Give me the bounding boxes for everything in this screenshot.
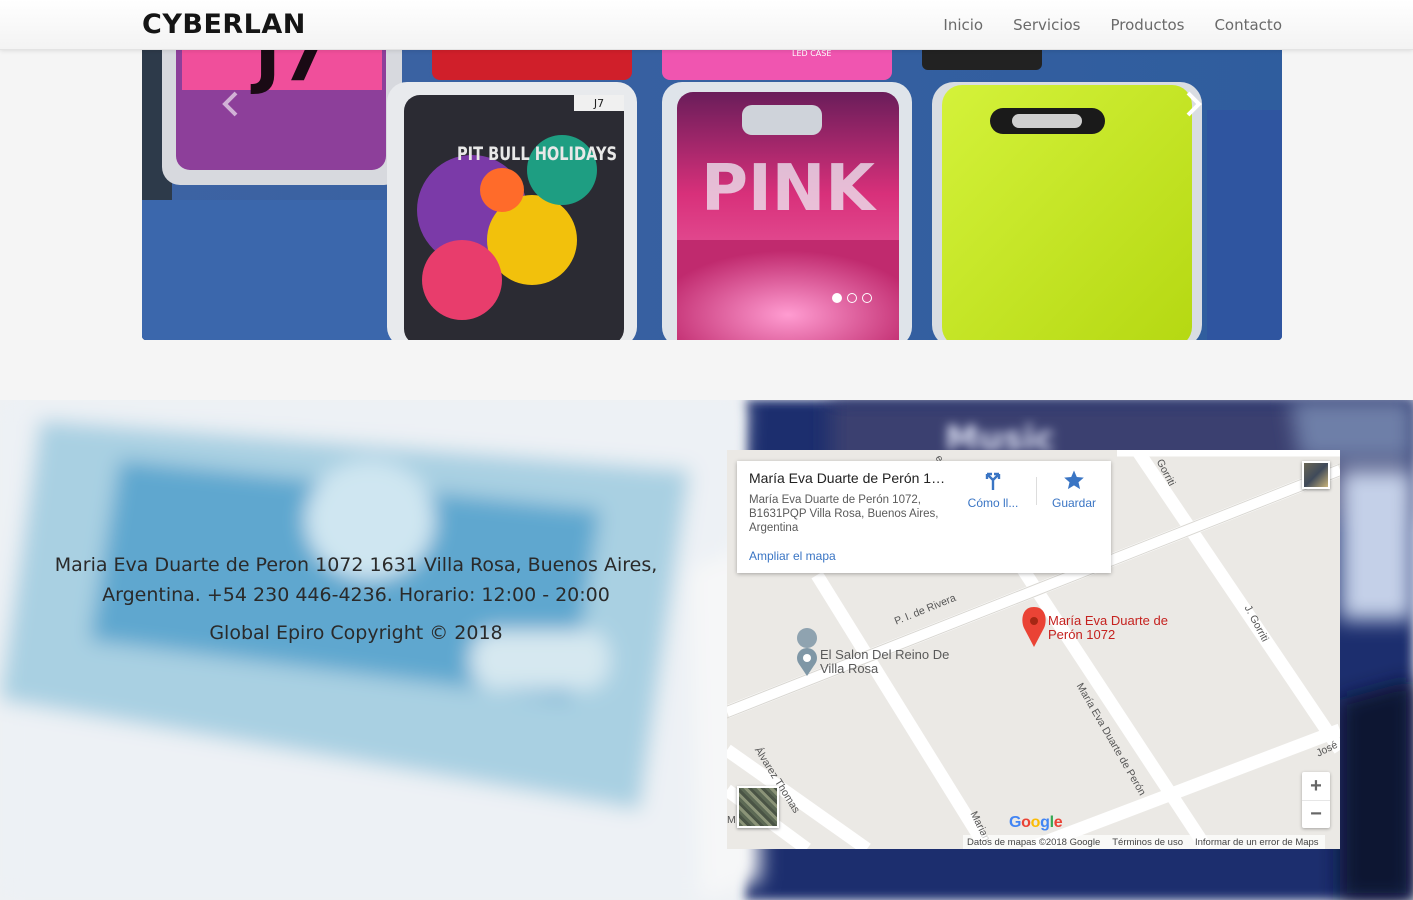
location-pin-marker[interactable] [1022,607,1046,647]
pin-label[interactable]: María Eva Duarte de Perón 1072 [1048,614,1168,642]
google-logo: Google [1009,814,1063,831]
carousel-indicator-1[interactable] [832,293,842,303]
directions-label: Cómo ll... [967,496,1019,510]
place-address: María Eva Duarte de Perón 1072, B1631PQP… [749,494,939,534]
footer-copyright: Global Epiro Copyright © 2018 [209,622,503,644]
zoom-out-button[interactable]: − [1302,800,1330,828]
directions-button[interactable]: Cómo ll... [958,469,1028,510]
nav-menu: Inicio Servicios Productos Contacto [943,16,1282,34]
poi-marker[interactable] [797,628,818,676]
street-label-m: M [727,814,736,826]
image-carousel: J7 LED CASE PIT BULL HOLIDAYS J7 PINK [142,50,1282,340]
embedded-map[interactable]: P. I. de Rivera Gorriti J. Gorriti María… [727,450,1340,849]
directions-icon [985,472,1001,490]
case-print-holidays: PIT BULL HOLIDAYS [457,143,617,165]
card-divider [1036,477,1037,505]
chevron-left-icon [222,91,238,117]
star-icon [1064,470,1084,490]
zoom-controls: + − [1302,772,1330,828]
case-print-led: LED CASE [792,50,831,58]
carousel-next-button[interactable] [1172,84,1212,124]
save-label: Guardar [1051,496,1097,510]
satellite-toggle[interactable] [737,786,779,828]
carousel-indicators [832,293,872,303]
map-data-credit: Datos de mapas ©2018 Google [967,837,1101,848]
place-title: María Eva Duarte de Perón 10... [749,470,949,486]
footer-address: Maria Eva Duarte de Peron 1072 1631 Vill… [54,554,658,606]
save-place-button[interactable]: Guardar [1039,469,1109,510]
nav-link-servicios[interactable]: Servicios [1013,16,1080,34]
nav-link-productos[interactable]: Productos [1111,16,1185,34]
carousel-prev-button[interactable] [212,84,252,124]
streetview-thumbnail[interactable] [1302,461,1330,489]
enlarge-map-link[interactable]: Ampliar el mapa [749,549,836,563]
nav-link-inicio[interactable]: Inicio [943,16,983,34]
carousel-indicator-2[interactable] [847,293,857,303]
carousel-indicator-3[interactable] [862,293,872,303]
zoom-in-button[interactable]: + [1302,772,1330,800]
terms-link[interactable]: Términos de uso [1112,837,1183,848]
map-info-card: María Eva Duarte de Perón 10... María Ev… [737,461,1111,573]
poi-label[interactable]: El Salon Del Reino De Villa Rosa [820,648,950,676]
case-print-pink: PINK [701,152,877,226]
navbar: CYBERLAN Inicio Servicios Productos Cont… [0,0,1413,50]
carousel-slide-image: J7 LED CASE PIT BULL HOLIDAYS J7 PINK [142,50,1282,340]
nav-link-contacto[interactable]: Contacto [1214,16,1282,34]
chevron-right-icon [1186,91,1202,117]
map-attribution: Datos de mapas ©2018 Google Términos de … [963,835,1325,849]
report-error-link[interactable]: Informar de un error de Maps [1195,837,1319,848]
brand-logo[interactable]: CYBERLAN [142,9,306,40]
case-model-j7: J7 [593,97,604,110]
case-print-j7: J7 [251,50,330,97]
